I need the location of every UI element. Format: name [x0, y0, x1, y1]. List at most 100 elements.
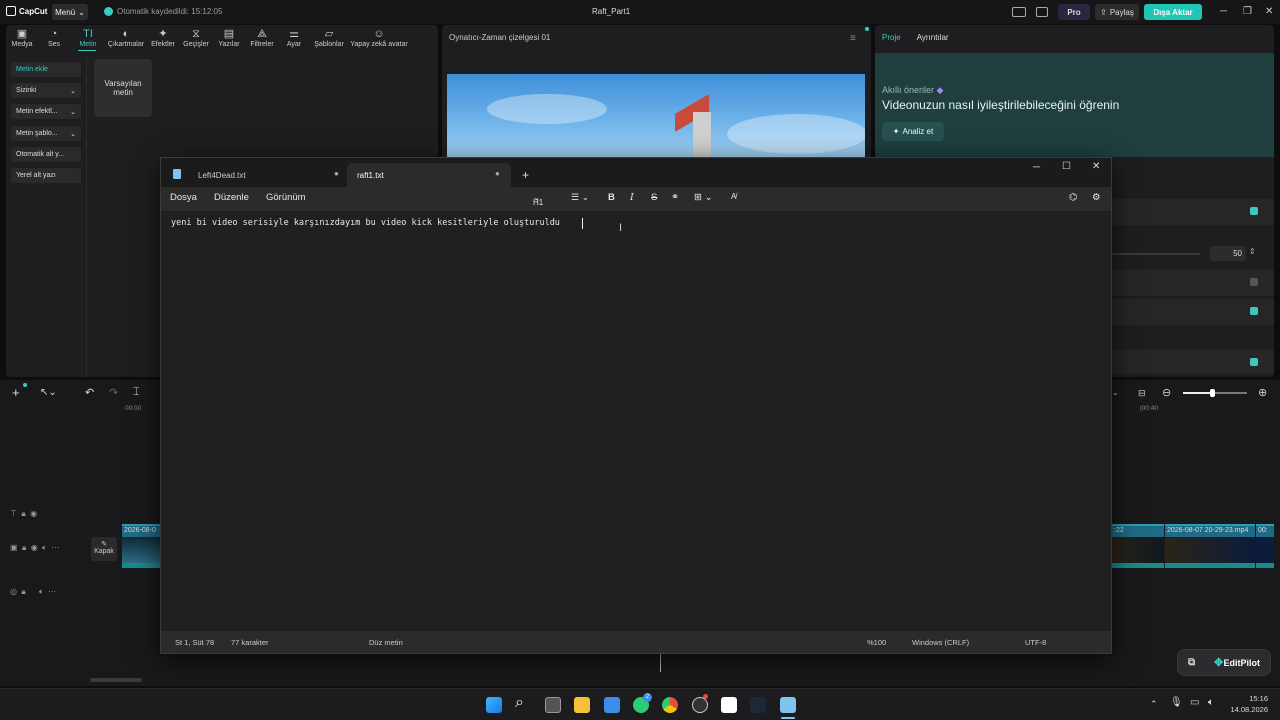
- tab-effects[interactable]: ✦ Efektler: [146, 28, 180, 48]
- video-preview[interactable]: [447, 74, 865, 160]
- clear-format-icon[interactable]: A̸: [731, 192, 736, 201]
- default-text-card[interactable]: Varsayılan metin: [94, 59, 152, 117]
- video-clip[interactable]: 00:: [1256, 524, 1274, 568]
- feedback-icon[interactable]: ⧉: [1188, 657, 1195, 668]
- zoom-in-icon[interactable]: ⊕: [1258, 386, 1267, 399]
- sidebar-item-text-effects[interactable]: Metin efektl... ⌄: [11, 104, 81, 119]
- tab-project[interactable]: Proje: [882, 33, 901, 42]
- sidebar-item-add-text[interactable]: Metin ekle: [11, 62, 81, 77]
- tab-stickers[interactable]: ◐ Çıkartmalar: [108, 28, 144, 48]
- text-format[interactable]: Düz metin: [369, 638, 403, 647]
- stepper-icon[interactable]: ⇕: [1249, 247, 1256, 256]
- pointer-icon[interactable]: ↖⌄: [40, 387, 57, 398]
- minimize-icon[interactable]: ─: [1033, 162, 1040, 173]
- tab-captions[interactable]: ▤ Yazılar: [212, 28, 246, 48]
- video-clip[interactable]: :22: [1112, 524, 1164, 568]
- sidebar-item-auto-captions[interactable]: Otomatik alt y...: [11, 147, 81, 162]
- copilot-icon[interactable]: ⌬: [1069, 192, 1077, 203]
- zoom-out-icon[interactable]: ⊖: [1162, 386, 1171, 399]
- split-icon[interactable]: ⌶: [133, 386, 140, 399]
- link-icon[interactable]: ⚭: [671, 192, 679, 203]
- share-button[interactable]: ⇪ Paylaş: [1095, 4, 1139, 20]
- toggle-on[interactable]: [1250, 307, 1258, 315]
- menu-file[interactable]: Dosya: [170, 192, 197, 203]
- strikethrough-icon[interactable]: S: [651, 192, 657, 203]
- list-icon[interactable]: ☰ ⌄: [571, 192, 589, 203]
- maximize-icon[interactable]: ❐: [1243, 6, 1252, 17]
- video-clip[interactable]: 2026-08-07 20-29-23.mp4: [1165, 524, 1255, 568]
- steam-icon[interactable]: [750, 697, 766, 713]
- toggle-on[interactable]: [1250, 358, 1258, 366]
- encoding[interactable]: UTF-8: [1025, 638, 1046, 647]
- capcut-icon[interactable]: [721, 697, 737, 713]
- italic-icon[interactable]: I: [630, 192, 634, 203]
- table-icon[interactable]: ⊞ ⌄: [694, 192, 713, 203]
- search-icon[interactable]: ⌕: [515, 694, 524, 712]
- task-view-icon[interactable]: [545, 697, 561, 713]
- volume-icon[interactable]: 🔈︎: [1208, 697, 1214, 708]
- tab-templates[interactable]: ▱ Şablonlar: [312, 28, 346, 48]
- zoom-level[interactable]: %100: [867, 638, 886, 647]
- preview-axis-icon[interactable]: ⊟: [1138, 388, 1146, 399]
- video-clip[interactable]: 2026-08-0: [122, 524, 160, 568]
- layout-icon[interactable]: [1012, 7, 1026, 17]
- tab-transitions[interactable]: ⧖ Geçişler: [179, 28, 213, 48]
- tab-ai-avatar[interactable]: ☺ Yapay zekâ avatar: [350, 28, 408, 48]
- tab-left4dead[interactable]: Left4Dead.txt ●: [188, 163, 346, 187]
- analyze-button[interactable]: ✦ Analiz et: [882, 122, 944, 141]
- notepad-icon[interactable]: [780, 697, 796, 713]
- chevron-down-icon[interactable]: ⌄: [1112, 388, 1119, 397]
- shortcuts-icon[interactable]: [1036, 7, 1048, 17]
- bold-icon[interactable]: B: [608, 192, 615, 203]
- settings-gear-icon[interactable]: ⚙: [1092, 192, 1101, 203]
- close-icon[interactable]: ✕: [1092, 161, 1100, 172]
- tab-text[interactable]: TI Metin: [71, 28, 105, 48]
- toggle-off[interactable]: [1250, 278, 1258, 286]
- tab-filters[interactable]: ⟁ Filtreler: [245, 28, 279, 48]
- export-button[interactable]: Dışa Aktar: [1144, 4, 1202, 20]
- maximize-icon[interactable]: ☐: [1062, 161, 1071, 172]
- microphone-icon[interactable]: 🎙︎: [1170, 697, 1183, 708]
- heading-select[interactable]: H1 ⌄: [533, 193, 543, 207]
- chevron-up-icon[interactable]: ⌃: [1150, 699, 1158, 710]
- file-explorer-icon[interactable]: [574, 697, 590, 713]
- network-icon[interactable]: ▭: [1190, 697, 1199, 708]
- sidebar-item-text-templates[interactable]: Metin şablo... ⌄: [11, 126, 81, 141]
- minimize-icon[interactable]: ─: [1220, 6, 1227, 17]
- cover-button[interactable]: ✎ Kapak: [91, 537, 117, 561]
- undo-icon[interactable]: ↶: [85, 386, 94, 399]
- tab-adjust[interactable]: ⚌ Ayar: [277, 28, 311, 48]
- clock[interactable]: 15:16 14.08.2026: [1228, 693, 1268, 715]
- menu-button[interactable]: Menü ⌄: [52, 4, 88, 20]
- tab-details[interactable]: Ayrıntılar: [917, 33, 949, 42]
- close-icon[interactable]: ✕: [1265, 6, 1273, 17]
- sidebar-item-yours[interactable]: Sizinki ⌄: [11, 83, 81, 98]
- video-track-controls[interactable]: ▣ 🔒︎ ◉ 🔈︎ ⋯: [10, 543, 59, 553]
- store-icon[interactable]: [604, 697, 620, 713]
- redo-icon[interactable]: ↷: [109, 386, 118, 399]
- menu-view[interactable]: Görünüm: [266, 192, 306, 203]
- slider-value[interactable]: 50: [1210, 246, 1246, 261]
- horizontal-scrollbar[interactable]: [90, 678, 142, 682]
- line-ending[interactable]: Windows (CRLF): [912, 638, 969, 647]
- tab-raft1[interactable]: raft1.txt ●: [347, 163, 511, 187]
- chrome-icon[interactable]: [662, 697, 678, 713]
- menu-edit[interactable]: Düzenle: [214, 192, 249, 203]
- audio-track-controls[interactable]: ◎ 🔒︎ 🔈︎ ⋯: [10, 587, 56, 597]
- new-tab-icon[interactable]: +: [522, 168, 529, 182]
- windows-start-icon[interactable]: [486, 697, 502, 713]
- zoom-slider-handle[interactable]: [1210, 389, 1215, 397]
- text-editor[interactable]: yeni bi video serisiyle karşınızdayım bu…: [171, 218, 560, 228]
- sidebar-item-local-captions[interactable]: Yerel alt yazı: [11, 168, 81, 183]
- playhead[interactable]: [660, 654, 661, 672]
- pro-button[interactable]: Pro: [1058, 4, 1090, 20]
- menu-lines-icon[interactable]: ≡: [850, 33, 856, 44]
- slider-track[interactable]: [1112, 253, 1200, 255]
- unsaved-dot-icon[interactable]: ●: [334, 169, 339, 178]
- app-icon[interactable]: [692, 697, 708, 713]
- tab-media[interactable]: ▣ Medya: [5, 28, 39, 48]
- unsaved-dot-icon[interactable]: ●: [495, 169, 500, 178]
- toggle-on[interactable]: [1250, 207, 1258, 215]
- add-icon[interactable]: +: [12, 385, 20, 400]
- tab-audio[interactable]: ◔ Ses: [37, 28, 71, 48]
